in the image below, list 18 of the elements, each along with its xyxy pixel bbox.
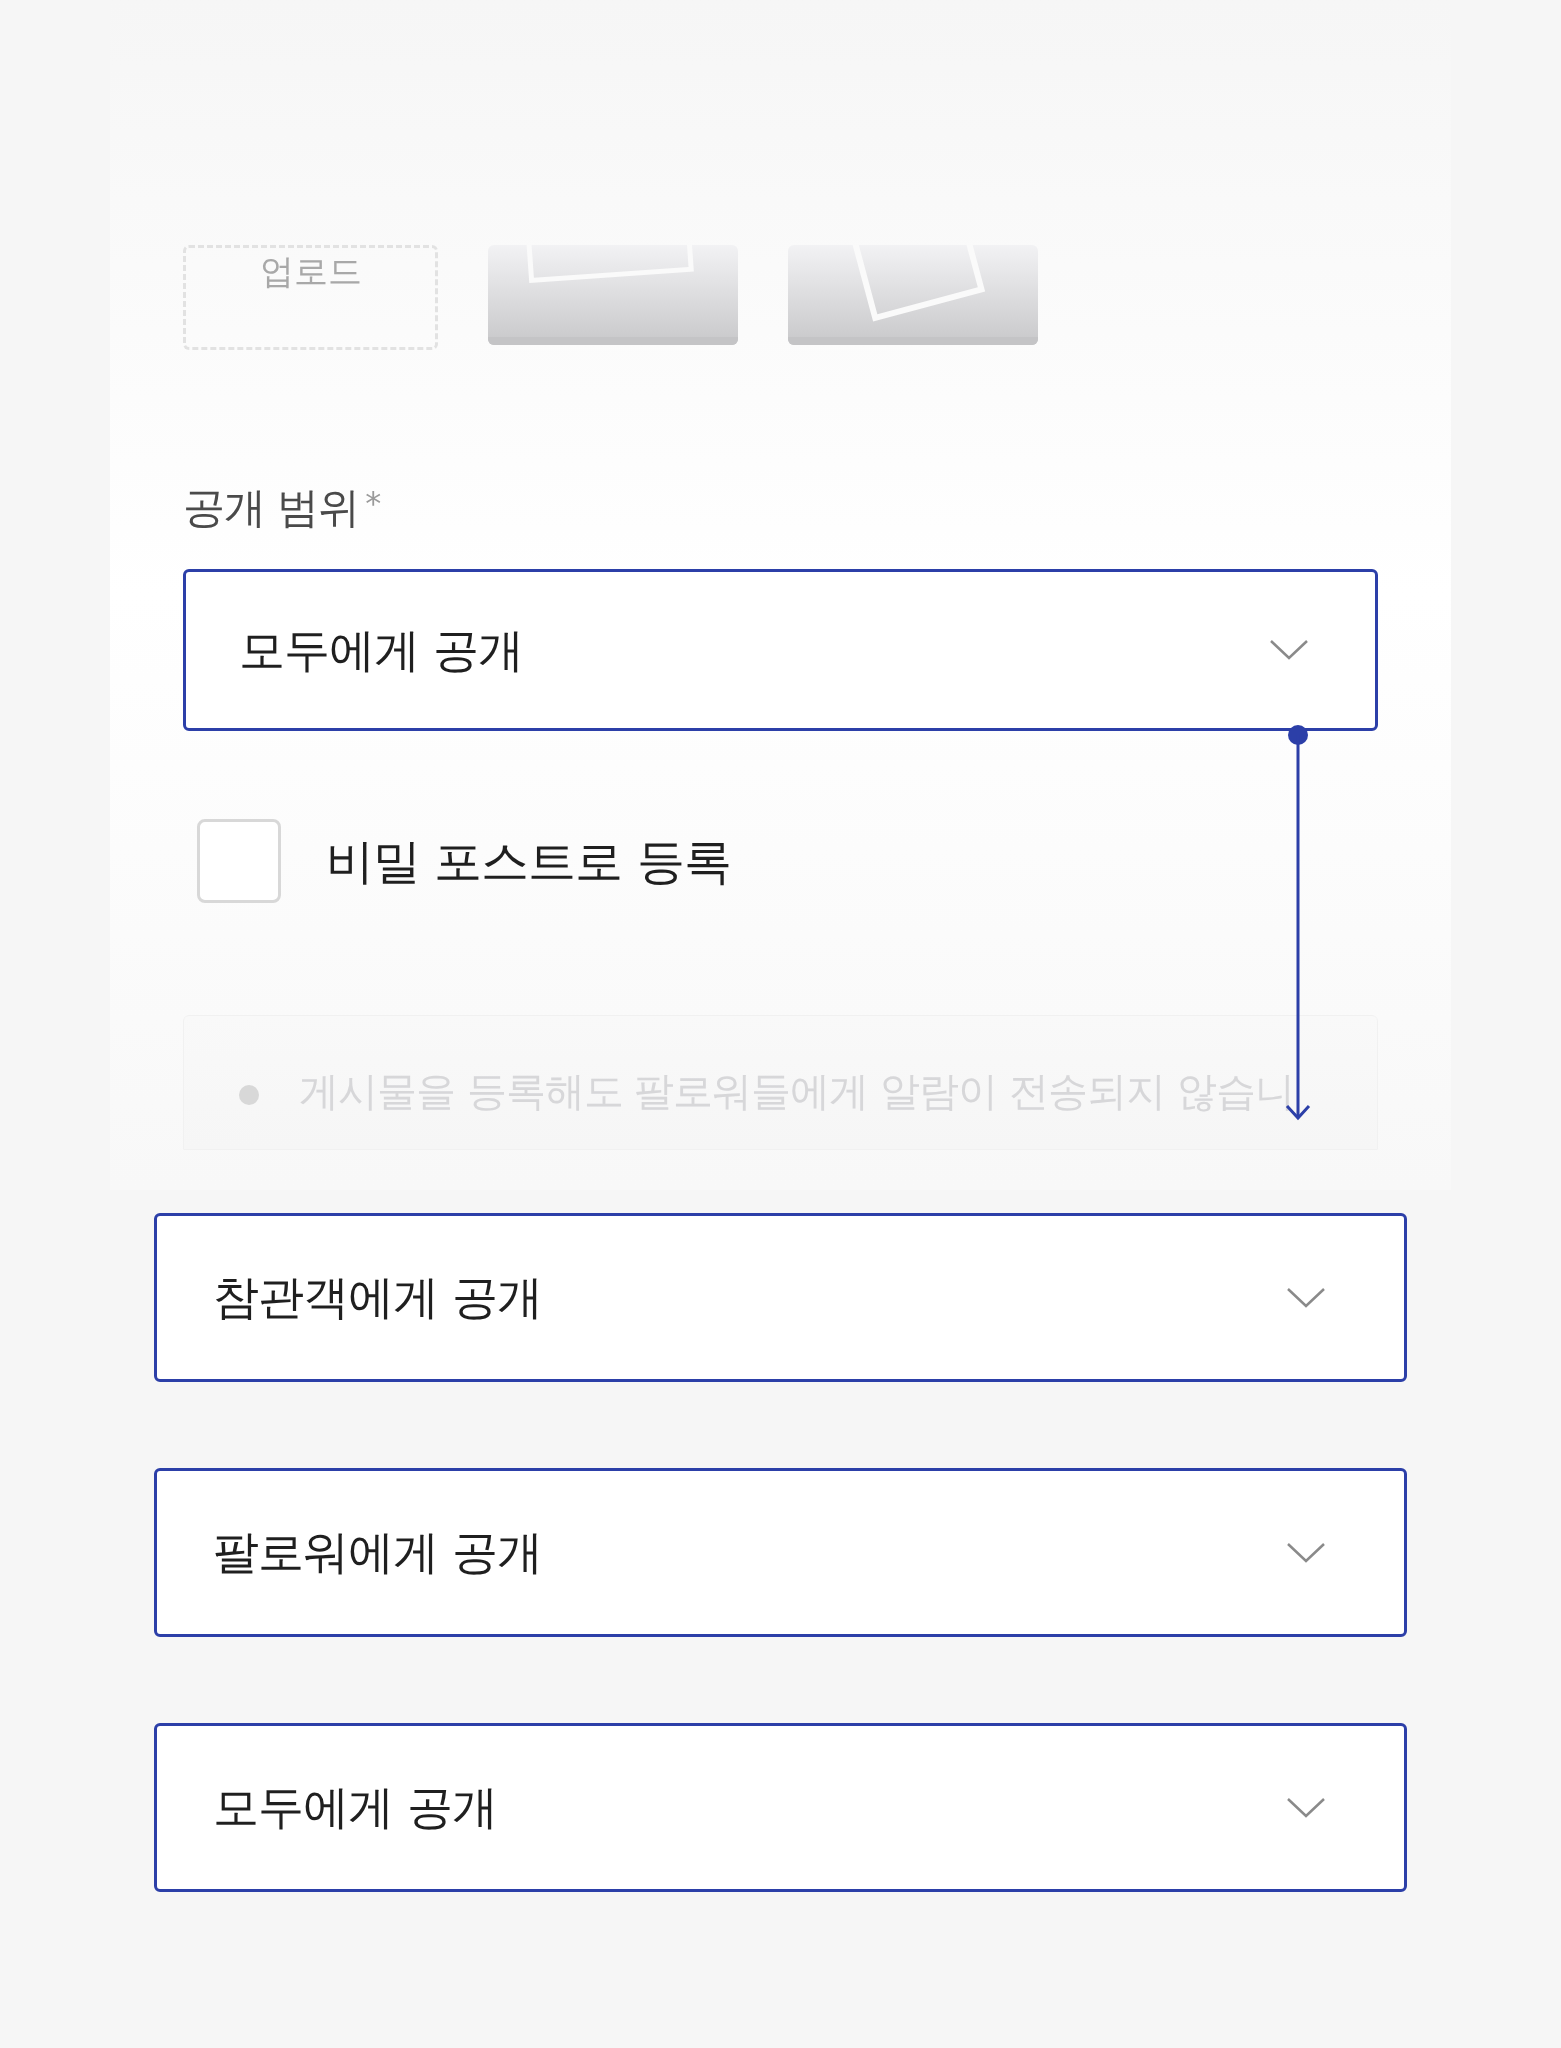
chevron-down-icon [1286, 1286, 1326, 1309]
field-label: 공개 범위 [183, 487, 360, 529]
dropdown-select[interactable]: 모두에게 공개 [154, 1723, 1407, 1892]
checkbox-label: 비밀 포스트로 등록 [326, 832, 731, 891]
bullet-icon [239, 1085, 259, 1105]
required-mark: * [365, 487, 382, 519]
checkbox[interactable] [197, 819, 281, 903]
chevron-down-icon [1286, 1541, 1326, 1564]
dropdown-value: 참관객에게 공개 [213, 1269, 542, 1326]
upload-label: 업로드 [259, 254, 362, 288]
dropdown-select[interactable]: 팔로워에게 공개 [154, 1468, 1407, 1637]
dropdown-select[interactable]: 참관객에게 공개 [154, 1213, 1407, 1382]
dropdown-value: 모두에게 공개 [213, 1779, 497, 1836]
dropdown-value: 모두에게 공개 [239, 621, 523, 679]
dropdown-value: 팔로워에게 공개 [213, 1524, 542, 1581]
chevron-down-icon [1286, 1796, 1326, 1819]
chevron-down-icon [1269, 639, 1309, 661]
dropdown-select[interactable]: 모두에게 공개 [183, 569, 1378, 731]
